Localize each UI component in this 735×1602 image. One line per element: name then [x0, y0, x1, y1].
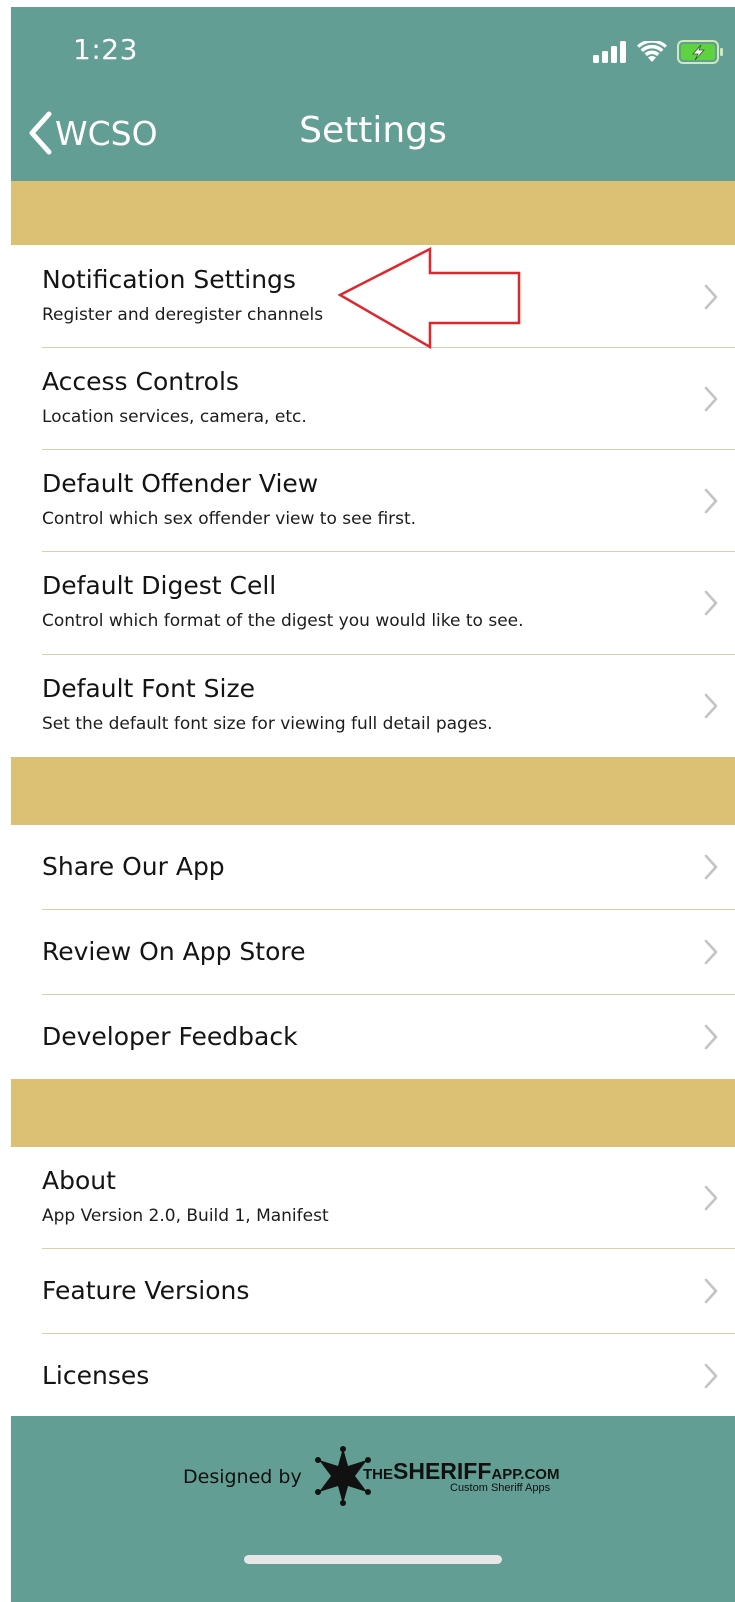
row-title: Review On App Store: [42, 937, 306, 966]
row-subtitle: Register and deregister channels: [42, 305, 324, 325]
row-title: Notification Settings: [42, 265, 296, 294]
row-title: Default Font Size: [42, 674, 255, 703]
row-title: Default Offender View: [42, 469, 319, 498]
row-subtitle: App Version 2.0, Build 1, Manifest: [42, 1206, 329, 1226]
settings-screen: 1:23 WCSO Settings Notification Settings…: [11, 7, 735, 1602]
wifi-icon: [637, 41, 667, 62]
page-title: Settings: [299, 110, 447, 151]
chevron-right-icon: [704, 488, 718, 514]
row-subtitle: Control which format of the digest you w…: [42, 611, 524, 631]
row-title: About: [42, 1166, 116, 1195]
logo-sheriff: SHERIFF: [393, 1458, 492, 1484]
row-subtitle: Control which sex offender view to see f…: [42, 509, 417, 529]
section-header-3: [11, 1079, 735, 1147]
row-about[interactable]: About App Version 2.0, Build 1, Manifest: [11, 1147, 735, 1248]
section-header-2: [11, 757, 735, 825]
logo-com: APP.COM: [491, 1466, 560, 1483]
chevron-right-icon: [704, 854, 718, 880]
row-title: Licenses: [42, 1361, 150, 1390]
row-access-controls[interactable]: Access Controls Location services, camer…: [11, 348, 735, 449]
navigation-bar: 1:23 WCSO Settings: [11, 7, 735, 181]
section-header-1: [11, 181, 735, 245]
status-icons: [593, 39, 725, 65]
row-title: Access Controls: [42, 367, 239, 396]
row-title: Developer Feedback: [42, 1022, 298, 1051]
row-default-offender-view[interactable]: Default Offender View Control which sex …: [11, 450, 735, 551]
chevron-right-icon: [704, 284, 718, 310]
signal-icon: [593, 41, 626, 63]
annotation-arrow-icon: [337, 247, 521, 350]
row-review-on-app-store[interactable]: Review On App Store: [11, 910, 735, 994]
row-title: Default Digest Cell: [42, 571, 277, 600]
chevron-right-icon: [704, 1363, 718, 1389]
footer: Designed by THESHERIFFAPP.COM Custom She…: [11, 1416, 735, 1602]
chevron-right-icon: [704, 1278, 718, 1304]
row-share-our-app[interactable]: Share Our App: [11, 825, 735, 909]
status-time: 1:23: [73, 33, 138, 66]
logo-tagline: Custom Sheriff Apps: [450, 1482, 551, 1494]
row-subtitle: Set the default font size for viewing fu…: [42, 714, 493, 734]
row-licenses[interactable]: Licenses: [11, 1334, 735, 1416]
row-developer-feedback[interactable]: Developer Feedback: [11, 995, 735, 1079]
home-indicator[interactable]: [244, 1555, 502, 1564]
row-default-digest-cell[interactable]: Default Digest Cell Control which format…: [11, 552, 735, 654]
logo-the: THE: [363, 1466, 393, 1483]
battery-charging-icon: [677, 40, 723, 64]
row-default-font-size[interactable]: Default Font Size Set the default font s…: [11, 655, 735, 757]
logo-wordmark: THESHERIFFAPP.COM: [363, 1458, 559, 1485]
row-feature-versions[interactable]: Feature Versions: [11, 1249, 735, 1333]
row-title: Share Our App: [42, 852, 225, 881]
chevron-right-icon: [704, 386, 718, 412]
chevron-right-icon: [704, 1024, 718, 1050]
row-title: Feature Versions: [42, 1276, 250, 1305]
chevron-right-icon: [704, 590, 718, 616]
sheriff-app-logo[interactable]: THESHERIFFAPP.COM Custom Sheriff Apps: [315, 1446, 585, 1510]
row-subtitle: Location services, camera, etc.: [42, 407, 307, 427]
chevron-right-icon: [704, 939, 718, 965]
chevron-right-icon: [704, 693, 718, 719]
designed-by-label: Designed by: [183, 1466, 302, 1488]
chevron-right-icon: [704, 1185, 718, 1211]
